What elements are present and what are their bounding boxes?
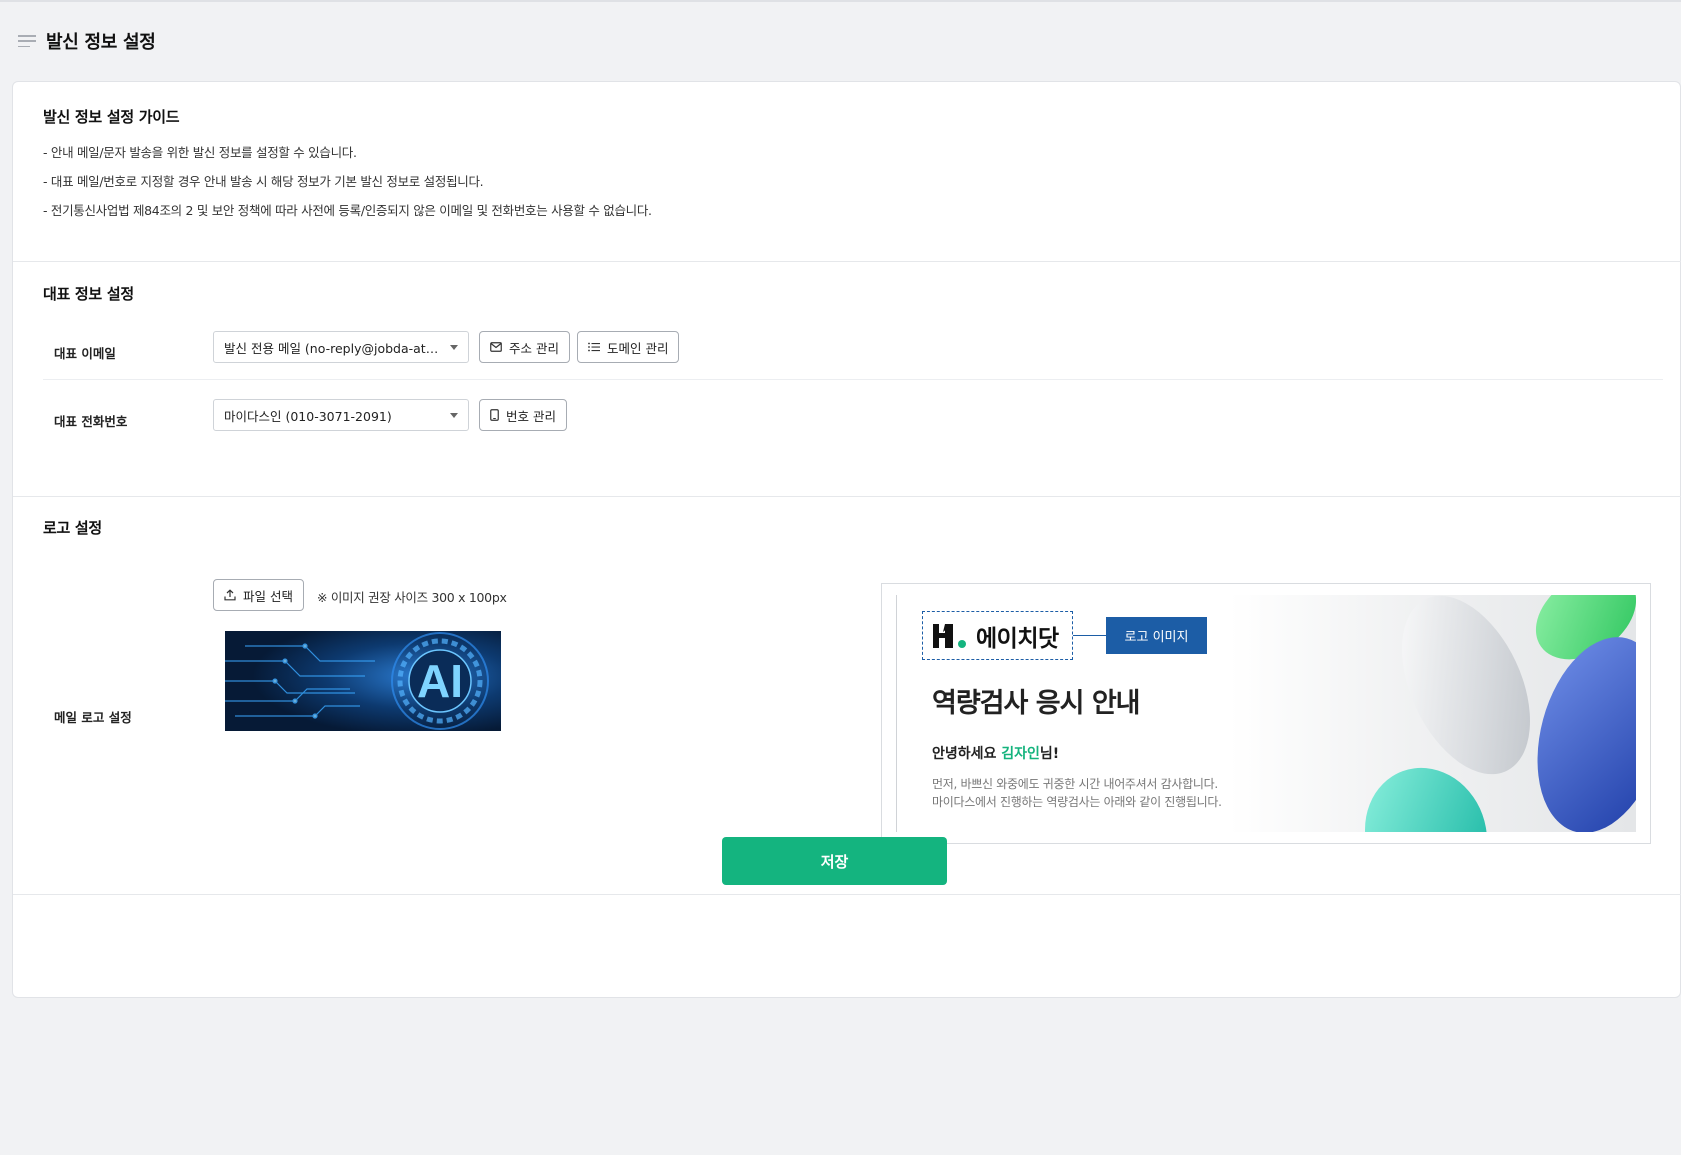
file-select-button[interactable]: 파일 선택 (213, 579, 304, 611)
guide-line: - 대표 메일/번호로 지정할 경우 안내 발송 시 해당 정보가 기본 발신 … (43, 174, 484, 189)
guide-line: - 전기통신사업법 제84조의 2 및 보안 정책에 따라 사전에 등록/인증되… (43, 203, 652, 218)
phone-icon (490, 409, 499, 421)
page-title: 발신 정보 설정 (46, 32, 156, 53)
address-manage-label: 주소 관리 (509, 340, 559, 356)
phone-label: 대표 전화번호 (54, 414, 128, 429)
number-manage-button[interactable]: 번호 관리 (479, 399, 567, 431)
upload-icon (224, 589, 236, 601)
number-manage-label: 번호 관리 (506, 408, 556, 424)
preview-body: 먼저, 바쁘신 와중에도 귀중한 시간 내어주셔서 감사합니다. 마이다스에서 … (932, 775, 1222, 811)
representative-section: 대표 정보 설정 대표 이메일 발신 전용 메일 (no-reply@jobda… (13, 262, 1681, 497)
guide-title: 발신 정보 설정 가이드 (43, 108, 180, 126)
greeting-name: 김자인 (1001, 746, 1040, 762)
address-manage-button[interactable]: 주소 관리 (479, 331, 570, 363)
page-header: 발신 정보 설정 (18, 26, 156, 56)
list-icon (588, 342, 600, 352)
menu-icon[interactable] (18, 35, 36, 47)
logo-thumbnail-image: AI (225, 631, 501, 731)
logo-placeholder: 에이치닷 (922, 611, 1073, 660)
preview-border (896, 595, 897, 832)
file-select-label: 파일 선택 (243, 588, 293, 604)
logo-title: 로고 설정 (43, 519, 102, 537)
chevron-down-icon (450, 412, 458, 418)
email-select-value: 발신 전용 메일 (no-reply@jobda-ats... (224, 340, 442, 356)
hdot-logo-icon (933, 623, 966, 648)
guide-line: - 안내 메일/문자 발송을 위한 발신 정보를 설정할 수 있습니다. (43, 145, 357, 160)
thumbnail-ai-text: AI (417, 655, 463, 707)
phone-select-value: 마이다스인 (010-3071-2091) (224, 408, 392, 424)
preview-logo-text: 에이치닷 (976, 625, 1059, 652)
logo-image-tag: 로고 이미지 (1106, 617, 1207, 654)
preview-body-line: 마이다스에서 진행하는 역량검사는 아래와 같이 진행됩니다. (932, 795, 1222, 809)
decorative-shapes (1365, 595, 1636, 832)
preview-greeting: 안녕하세요 김자인님! (932, 743, 1059, 763)
representative-title: 대표 정보 설정 (43, 285, 134, 303)
save-button[interactable]: 저장 (722, 837, 947, 885)
domain-manage-button[interactable]: 도메인 관리 (577, 331, 680, 363)
email-label: 대표 이메일 (54, 346, 116, 361)
phone-select[interactable]: 마이다스인 (010-3071-2091) (213, 399, 469, 431)
size-hint: ※ 이미지 권장 사이즈 300 x 100px (317, 590, 507, 605)
chevron-down-icon (450, 344, 458, 350)
logo-connector-line (1073, 635, 1106, 636)
logo-section: 로고 설정 메일 로고 설정 파일 선택 ※ 이미지 권장 사이즈 300 x … (13, 497, 1681, 895)
greeting-prefix: 안녕하세요 (932, 746, 1002, 762)
row-divider (43, 379, 1663, 380)
domain-manage-label: 도메인 관리 (607, 340, 669, 356)
preview-title: 역량검사 응시 안내 (932, 688, 1141, 719)
mail-preview-banner: 에이치닷 로고 이미지 역량검사 응시 안내 안녕하세요 김자인님! 먼저, 바… (896, 595, 1636, 832)
greeting-suffix: 님! (1039, 746, 1060, 762)
mail-logo-label: 메일 로고 설정 (54, 710, 132, 725)
top-border (0, 0, 1681, 2)
guide-section: 발신 정보 설정 가이드 - 안내 메일/문자 발송을 위한 발신 정보를 설정… (13, 82, 1681, 262)
mail-icon (490, 342, 502, 352)
mail-preview: 에이치닷 로고 이미지 역량검사 응시 안내 안녕하세요 김자인님! 먼저, 바… (881, 583, 1651, 844)
preview-body-line: 먼저, 바쁘신 와중에도 귀중한 시간 내어주셔서 감사합니다. (932, 777, 1218, 791)
email-select[interactable]: 발신 전용 메일 (no-reply@jobda-ats... (213, 331, 469, 363)
